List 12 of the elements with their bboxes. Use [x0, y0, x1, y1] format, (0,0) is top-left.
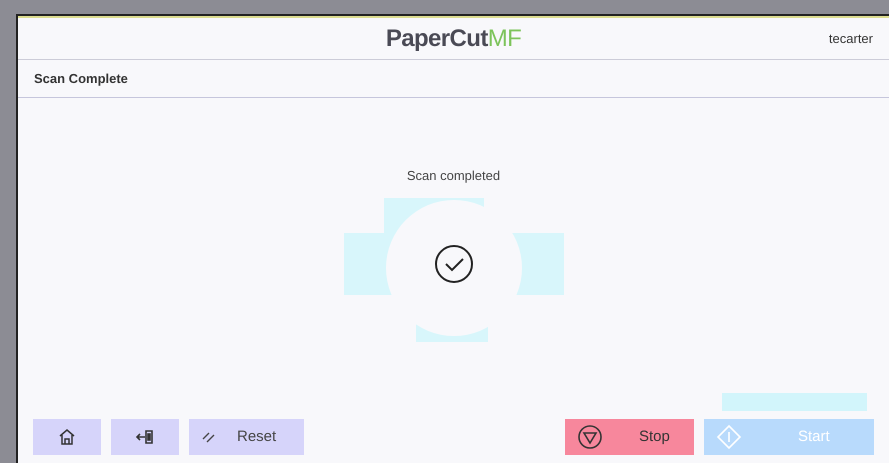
home-button[interactable]	[33, 419, 101, 455]
reset-button[interactable]: Reset	[189, 419, 304, 455]
exit-icon	[135, 427, 155, 447]
logout-button[interactable]	[111, 419, 179, 455]
papercut-logo: PaperCutMF	[386, 24, 522, 54]
username: tecarter	[828, 30, 873, 48]
status-message: Scan completed	[406, 167, 500, 185]
page-title: Scan Complete	[34, 70, 128, 88]
home-icon	[57, 427, 77, 447]
stop-icon	[577, 424, 603, 450]
start-icon	[716, 424, 742, 450]
stop-button[interactable]: Stop	[565, 419, 694, 455]
